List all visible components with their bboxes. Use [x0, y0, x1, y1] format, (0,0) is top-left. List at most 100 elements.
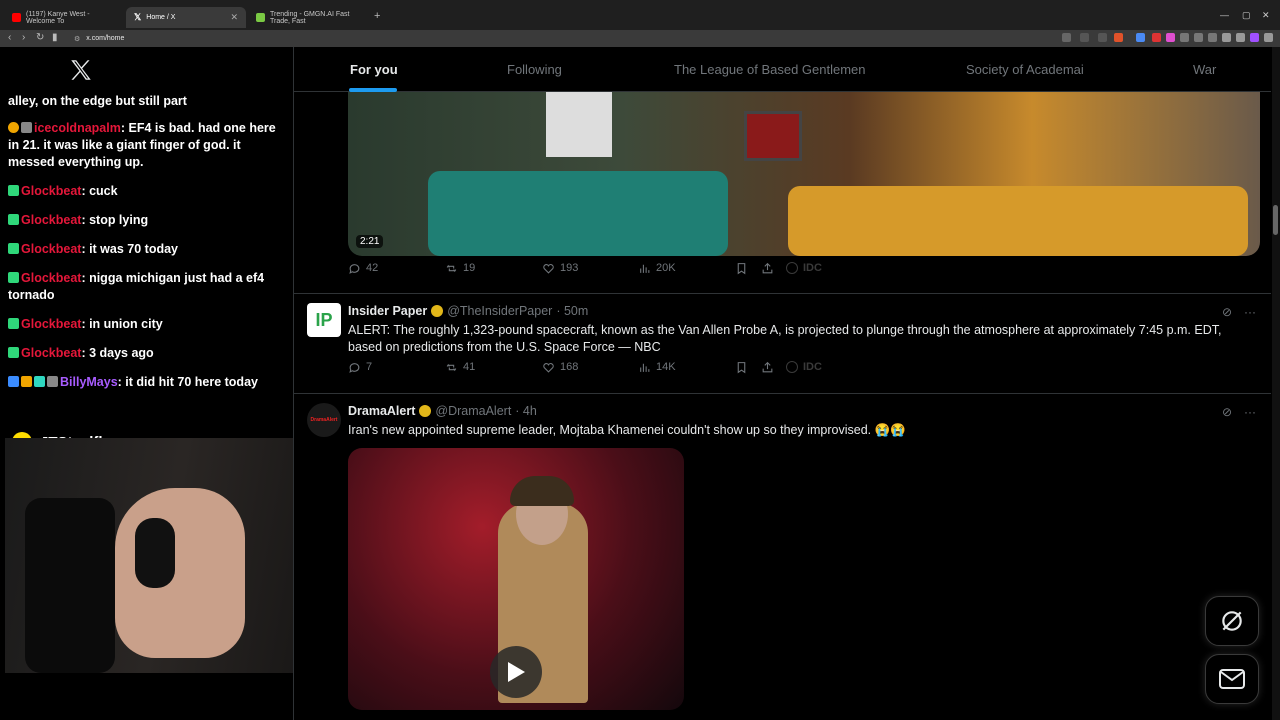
tab-following[interactable]: Following: [507, 62, 562, 77]
gift-badge-icon: [8, 243, 19, 254]
views-button[interactable]: 20K: [638, 262, 676, 275]
scrollbar-thumb[interactable]: [1273, 205, 1278, 235]
tab-gmgn[interactable]: Trending - GMGN.AI Fast Trade, Fast: [248, 7, 372, 28]
post-time[interactable]: · 4h: [515, 404, 537, 418]
author-handle[interactable]: @TheInsiderPaper: [447, 304, 552, 318]
play-icon: [508, 662, 525, 682]
gift-badge-icon: [8, 347, 19, 358]
tab-home-x[interactable]: 𝕏 Home / X ✕: [126, 7, 246, 28]
chat-username: icecoldnapalm: [34, 121, 121, 135]
author-name[interactable]: Insider Paper: [348, 304, 427, 318]
post-divider: [294, 393, 1271, 394]
views-icon: [640, 363, 650, 372]
forward-icon[interactable]: ›: [22, 32, 25, 43]
tab-title: Trending - GMGN.AI Fast Trade, Fast: [270, 10, 350, 25]
tab-title: (1197) Kanye West - Welcome To: [26, 10, 90, 25]
tab-title: Home / X: [146, 14, 176, 21]
avatar[interactable]: DramaAlert: [307, 403, 341, 437]
minimize-button[interactable]: —: [1220, 10, 1229, 20]
reload-icon[interactable]: ↻: [36, 32, 44, 43]
zoom-icon[interactable]: [1062, 33, 1071, 42]
views-button[interactable]: 14K: [638, 361, 676, 374]
post-header-actions: ⊘ ···: [1222, 405, 1256, 419]
post-video[interactable]: [348, 448, 684, 710]
idc-extension-button[interactable]: IDC: [786, 262, 822, 274]
music-icon[interactable]: [1222, 33, 1231, 42]
like-button[interactable]: 193: [542, 262, 578, 275]
chat-text: : it did hit 70 here today: [117, 375, 258, 389]
extension-icon[interactable]: [1152, 33, 1161, 42]
x-favicon-icon: 𝕏: [134, 12, 142, 22]
url-field[interactable]: ⚙ x.com/home: [74, 32, 124, 45]
gift-badge-icon: [8, 185, 19, 196]
badge-icon: [21, 376, 32, 387]
chat-message: Glockbeat: stop lying: [8, 212, 288, 229]
repost-button[interactable]: 19: [445, 262, 475, 275]
url-text: x.com/home: [86, 35, 125, 42]
bookmark-button[interactable]: [735, 361, 748, 374]
play-button[interactable]: [490, 646, 542, 698]
more-options-icon[interactable]: ···: [1244, 405, 1256, 419]
extension-icon[interactable]: [1180, 33, 1189, 42]
brave-shield-icon[interactable]: [1114, 33, 1123, 42]
extension-icon[interactable]: [1208, 33, 1217, 42]
page-scrollbar[interactable]: [1272, 47, 1280, 720]
bookmark-icon: [737, 361, 746, 373]
envelope-icon: [1219, 669, 1245, 689]
idc-extension-button[interactable]: IDC: [786, 361, 822, 373]
menu-icon[interactable]: [1264, 33, 1273, 42]
tab-society-of-academai[interactable]: Society of Academai: [966, 62, 1084, 77]
grok-icon[interactable]: ⊘: [1222, 305, 1232, 319]
share-icon[interactable]: [1098, 33, 1107, 42]
reply-button[interactable]: 42: [348, 262, 378, 275]
x-logo-icon[interactable]: [68, 57, 94, 83]
post-text: ALERT: The roughly 1,323-pound spacecraf…: [348, 323, 1222, 354]
share-button[interactable]: [761, 361, 774, 374]
sidebar-icon[interactable]: [1236, 33, 1245, 42]
chat-message: Glockbeat: nigga michigan just had a ef4…: [8, 270, 288, 304]
cast-icon[interactable]: [1080, 33, 1089, 42]
chat-message: icecoldnapalm: EF4 is bad. had one here …: [8, 120, 288, 171]
post-video[interactable]: 2:21: [348, 91, 1260, 256]
messages-button[interactable]: [1205, 654, 1259, 704]
gift-badge-icon: [8, 272, 19, 283]
chat-text: : 3 days ago: [81, 346, 154, 360]
close-tab-icon[interactable]: ✕: [230, 12, 238, 23]
grok-icon[interactable]: ⊘: [1222, 405, 1232, 419]
tab-youtube[interactable]: (1197) Kanye West - Welcome To: [4, 7, 124, 28]
site-info-icon[interactable]: ⚙: [74, 35, 80, 43]
wallet-icon[interactable]: [1250, 33, 1259, 42]
grok-button[interactable]: [1205, 596, 1259, 646]
close-window-button[interactable]: ✕: [1262, 10, 1270, 21]
new-tab-button[interactable]: +: [374, 10, 380, 22]
browser-tab-bar: (1197) Kanye West - Welcome To 𝕏 Home / …: [0, 0, 1280, 30]
post-header: DramaAlert @DramaAlert · 4h: [348, 404, 537, 418]
chat-username: BillyMays: [60, 375, 118, 389]
repost-button[interactable]: 41: [445, 361, 475, 374]
back-icon[interactable]: ‹: [8, 32, 11, 43]
chat-message: BillyMays: it did hit 70 here today: [8, 374, 288, 391]
more-options-icon[interactable]: ···: [1244, 305, 1256, 319]
heart-icon: [543, 362, 554, 373]
extension-icon[interactable]: [1194, 33, 1203, 42]
author-handle[interactable]: @DramaAlert: [435, 404, 511, 418]
bookmark-icon[interactable]: ▮: [52, 32, 58, 43]
maximize-button[interactable]: ▢: [1242, 10, 1251, 21]
avatar[interactable]: IP: [307, 303, 341, 337]
author-name[interactable]: DramaAlert: [348, 404, 415, 418]
tab-for-you[interactable]: For you: [350, 62, 398, 77]
bookmark-button[interactable]: [735, 262, 748, 275]
chat-text: : stop lying: [81, 213, 149, 227]
extension-icon[interactable]: [1166, 33, 1175, 42]
share-button[interactable]: [761, 262, 774, 275]
badge-icon: [8, 122, 19, 133]
chat-username: Glockbeat: [21, 242, 82, 256]
reply-button[interactable]: 7: [348, 361, 372, 374]
tab-war[interactable]: War: [1193, 62, 1216, 77]
extension-icon[interactable]: [1136, 33, 1145, 42]
like-button[interactable]: 168: [542, 361, 578, 374]
chat-text: : it was 70 today: [81, 242, 178, 256]
post-time[interactable]: · 50m: [556, 304, 588, 318]
tab-league-of-based-gentlemen[interactable]: The League of Based Gentlemen: [674, 62, 866, 77]
chat-message: Glockbeat: cuck: [8, 183, 288, 200]
